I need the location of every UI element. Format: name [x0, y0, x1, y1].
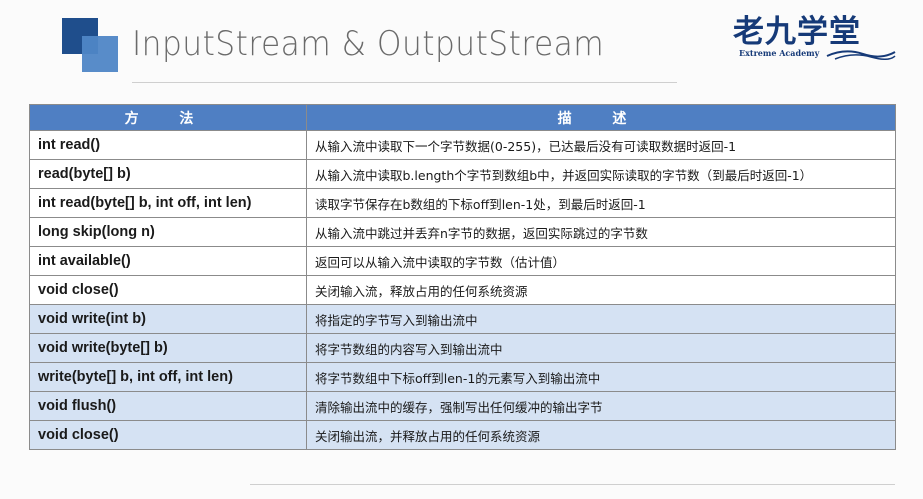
method-signature: int read() [29, 130, 307, 160]
slide-logo-mark [62, 18, 120, 72]
method-description: 从输入流中跳过并丢弃n字节的数据，返回实际跳过的字节数 [306, 217, 896, 247]
methods-table: 方 法 描 述 int read() 从输入流中读取下一个字节数据(0-255)，… [29, 104, 896, 450]
table-row: read(byte[] b) 从输入流中读取b.length个字节到数组b中，并返… [29, 159, 896, 189]
method-description: 关闭输入流，释放占用的任何系统资源 [306, 275, 896, 305]
table-row: void close() 关闭输入流，释放占用的任何系统资源 [29, 275, 896, 305]
method-signature: long skip(long n) [29, 217, 307, 247]
method-description: 从输入流中读取b.length个字节到数组b中，并返回实际读取的字节数（到最后时… [306, 159, 896, 189]
method-description: 关闭输出流，并释放占用的任何系统资源 [306, 420, 896, 450]
brand-subtitle: Extreme Academy [739, 48, 820, 58]
table-header-row: 方 法 描 述 [29, 104, 896, 131]
table-body: int read() 从输入流中读取下一个字节数据(0-255)，已达最后没有可读… [29, 130, 896, 450]
title-divider [132, 82, 677, 83]
table-row: void flush() 清除输出流中的缓存，强制写出任何缓冲的输出字节 [29, 391, 896, 421]
slide-title: InputStream & OutputStream [132, 24, 605, 64]
method-signature: void write(byte[] b) [29, 333, 307, 363]
table-row: int available() 返回可以从输入流中读取的字节数（估计值） [29, 246, 896, 276]
table-row: void write(byte[] b) 将字节数组的内容写入到输出流中 [29, 333, 896, 363]
method-description: 读取字节保存在b数组的下标off到len-1处，到最后时返回-1 [306, 188, 896, 218]
method-description: 返回可以从输入流中读取的字节数（估计值） [306, 246, 896, 276]
table-row: int read(byte[] b, int off, int len) 读取字节… [29, 188, 896, 218]
column-header-method: 方 法 [29, 104, 307, 131]
table-row: void close() 关闭输出流，并释放占用的任何系统资源 [29, 420, 896, 450]
table-row: int read() 从输入流中读取下一个字节数据(0-255)，已达最后没有可读… [29, 130, 896, 160]
method-description: 清除输出流中的缓存，强制写出任何缓冲的输出字节 [306, 391, 896, 421]
table-row: write(byte[] b, int off, int len) 将字节数组中下… [29, 362, 896, 392]
column-header-description: 描 述 [306, 104, 896, 131]
brand-logo: 老九学堂 Extreme Academy [733, 6, 903, 66]
method-signature: write(byte[] b, int off, int len) [29, 362, 307, 392]
method-description: 将指定的字节写入到输出流中 [306, 304, 896, 334]
brand-wave-icon [826, 50, 896, 60]
table-row: long skip(long n) 从输入流中跳过并丢弃n字节的数据，返回实际跳过… [29, 217, 896, 247]
method-signature: void flush() [29, 391, 307, 421]
method-signature: void close() [29, 275, 307, 305]
method-description: 将字节数组中下标off到len-1的元素写入到输出流中 [306, 362, 896, 392]
method-signature: read(byte[] b) [29, 159, 307, 189]
method-signature: void close() [29, 420, 307, 450]
logo-square-light [82, 36, 118, 72]
method-signature: int read(byte[] b, int off, int len) [29, 188, 307, 218]
footer-divider [250, 484, 895, 485]
method-description: 从输入流中读取下一个字节数据(0-255)，已达最后没有可读取数据时返回-1 [306, 130, 896, 160]
method-signature: int available() [29, 246, 307, 276]
brand-name: 老九学堂 [733, 14, 861, 50]
method-description: 将字节数组的内容写入到输出流中 [306, 333, 896, 363]
table-row: void write(int b) 将指定的字节写入到输出流中 [29, 304, 896, 334]
method-signature: void write(int b) [29, 304, 307, 334]
